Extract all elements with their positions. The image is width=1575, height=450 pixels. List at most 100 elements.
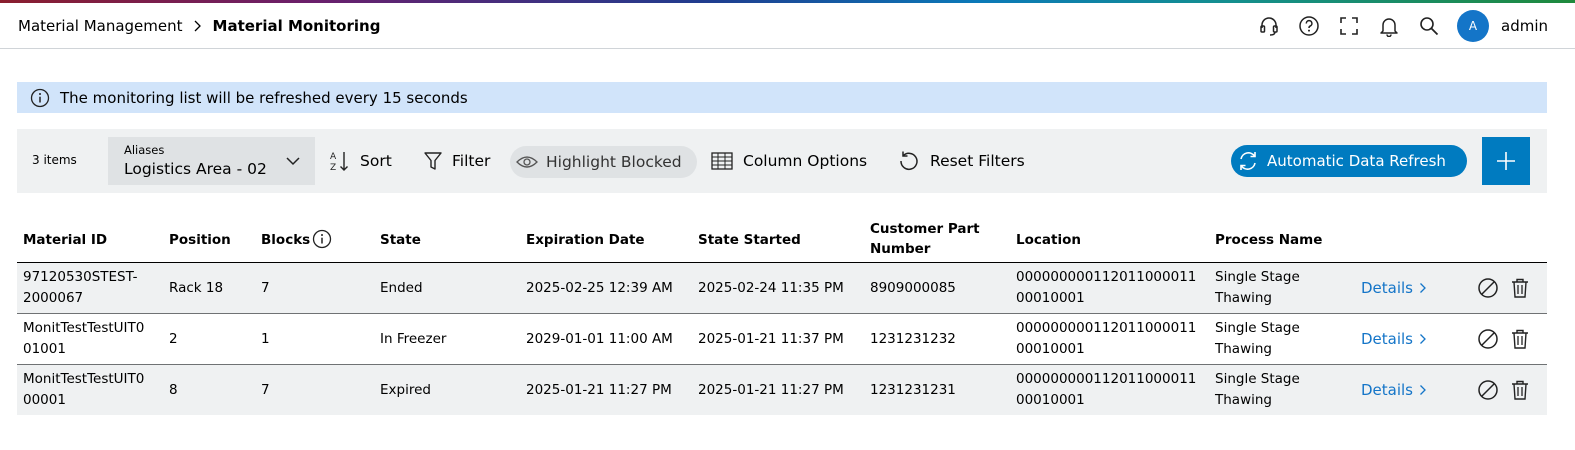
table-row[interactable]: MonitTestTestUIT0 01001 2 1 In Freezer 20… (17, 314, 1547, 365)
breadcrumb: Material Management Material Monitoring (18, 17, 380, 35)
block-icon[interactable] (1477, 379, 1499, 401)
aliases-dropdown[interactable]: Aliases Logistics Area - 02 (108, 137, 315, 185)
filter-label: Filter (452, 152, 491, 170)
eye-icon (516, 156, 538, 168)
info-icon (30, 88, 50, 107)
aliases-value: Logistics Area - 02 (124, 160, 267, 178)
avatar[interactable]: A (1457, 10, 1489, 42)
details-label: Details (1361, 380, 1414, 399)
chevron-right-icon (1420, 385, 1426, 395)
cell-blocks: 1 (261, 330, 270, 347)
table-row[interactable]: 97120530STEST- 2000067 Rack 18 7 Ended 20… (17, 263, 1547, 314)
material-id-line1: MonitTestTestUIT0 (23, 320, 145, 336)
material-id-line2: 01001 (23, 341, 66, 357)
process-name-line1: Single Stage (1215, 269, 1300, 285)
details-link[interactable]: Details (1361, 365, 1427, 415)
fullscreen-icon[interactable] (1337, 14, 1361, 38)
sort-label: Sort (360, 152, 392, 170)
details-label: Details (1361, 278, 1414, 297)
filter-icon (424, 152, 442, 170)
cell-location: 000000000112011000011 00010001 (1016, 365, 1196, 415)
cell-expiration-date: 2025-02-25 12:39 AM (526, 279, 673, 296)
cell-material-id: MonitTestTestUIT0 01001 (23, 314, 144, 364)
column-options-label: Column Options (743, 152, 868, 170)
cell-state-started: 2025-01-21 11:27 PM (698, 381, 844, 398)
svg-text:Z: Z (330, 163, 336, 172)
cell-location: 000000000112011000011 00010001 (1016, 314, 1196, 364)
col-material-id[interactable]: Material ID (23, 230, 107, 250)
cell-state: Expired (380, 381, 431, 398)
highlight-label: Highlight Blocked (546, 153, 682, 171)
col-state-started[interactable]: State Started (698, 230, 801, 250)
process-name-line2: Thawing (1215, 341, 1272, 357)
cell-material-id: 97120530STEST- 2000067 (23, 263, 138, 313)
col-blocks[interactable]: Blocks (261, 229, 332, 250)
cell-state-started: 2025-02-24 11:35 PM (698, 279, 844, 296)
col-customer-part-number[interactable]: Customer Part Number (870, 219, 980, 259)
banner-text: The monitoring list will be refreshed ev… (60, 88, 468, 107)
sort-button[interactable]: AZ Sort (330, 147, 392, 175)
details-link[interactable]: Details (1361, 314, 1427, 364)
material-id-line2: 00001 (23, 392, 66, 408)
cell-expiration-date: 2029-01-01 11:00 AM (526, 330, 673, 347)
col-state[interactable]: State (380, 230, 421, 250)
material-id-line2: 2000067 (23, 290, 84, 306)
top-bar: Material Management Material Monitoring … (0, 3, 1575, 49)
chevron-down-icon (286, 157, 300, 166)
details-link[interactable]: Details (1361, 263, 1427, 313)
sort-icon: AZ (330, 152, 348, 172)
chevron-right-icon (1420, 283, 1426, 293)
details-label: Details (1361, 329, 1414, 348)
col-location[interactable]: Location (1016, 230, 1081, 250)
table-row[interactable]: MonitTestTestUIT0 00001 8 7 Expired 2025-… (17, 365, 1547, 415)
trash-icon[interactable] (1509, 379, 1531, 401)
breadcrumb-parent[interactable]: Material Management (18, 17, 183, 35)
column-options-button[interactable]: Column Options (711, 147, 867, 175)
toolbar: 3 items Aliases Logistics Area - 02 AZ S… (17, 129, 1547, 193)
material-table: Material ID Position Blocks State Expira… (17, 213, 1547, 415)
filter-button[interactable]: Filter (424, 147, 490, 175)
headset-icon[interactable] (1257, 14, 1281, 38)
block-icon[interactable] (1477, 277, 1499, 299)
automatic-data-refresh-button[interactable]: Automatic Data Refresh (1231, 145, 1467, 177)
trash-icon[interactable] (1509, 328, 1531, 350)
cell-customer-part-number: 8909000085 (870, 279, 956, 296)
location-line1: 000000000112011000011 (1016, 269, 1197, 285)
block-icon[interactable] (1477, 328, 1499, 350)
chevron-right-icon (194, 20, 201, 32)
refresh-icon (1240, 152, 1256, 170)
col-expiration-date[interactable]: Expiration Date (526, 230, 645, 250)
cell-location: 000000000112011000011 00010001 (1016, 263, 1196, 313)
material-id-line1: MonitTestTestUIT0 (23, 371, 145, 387)
location-line1: 000000000112011000011 (1016, 320, 1197, 336)
highlight-blocked-toggle[interactable]: Highlight Blocked (510, 146, 697, 178)
process-name-line2: Thawing (1215, 392, 1272, 408)
cell-state: In Freezer (380, 330, 447, 347)
help-icon[interactable] (1297, 14, 1321, 38)
col-position[interactable]: Position (169, 230, 231, 250)
location-line2: 00010001 (1016, 392, 1085, 408)
cell-blocks: 7 (261, 279, 270, 296)
cell-customer-part-number: 1231231231 (870, 381, 956, 398)
reset-filters-label: Reset Filters (930, 152, 1025, 170)
breadcrumb-current: Material Monitoring (212, 17, 381, 35)
material-id-line1: 97120530STEST- (23, 269, 138, 285)
trash-icon[interactable] (1509, 277, 1531, 299)
chevron-right-icon (1420, 334, 1426, 344)
col-process-name[interactable]: Process Name (1215, 230, 1322, 250)
bell-icon[interactable] (1377, 14, 1401, 38)
reset-filters-button[interactable]: Reset Filters (898, 147, 1025, 175)
auto-refresh-label: Automatic Data Refresh (1267, 152, 1446, 170)
location-line1: 000000000112011000011 (1016, 371, 1197, 387)
cell-process-name: Single Stage Thawing (1215, 365, 1300, 415)
table-header: Material ID Position Blocks State Expira… (17, 213, 1547, 263)
plus-icon (1497, 152, 1515, 170)
add-button[interactable] (1482, 137, 1530, 185)
cell-material-id: MonitTestTestUIT0 00001 (23, 365, 144, 415)
process-name-line2: Thawing (1215, 290, 1272, 306)
info-icon[interactable] (312, 229, 332, 249)
col-blocks-label: Blocks (261, 232, 311, 248)
user-name[interactable]: admin (1501, 17, 1565, 35)
cell-state-started: 2025-01-21 11:37 PM (698, 330, 844, 347)
search-icon[interactable] (1417, 14, 1441, 38)
